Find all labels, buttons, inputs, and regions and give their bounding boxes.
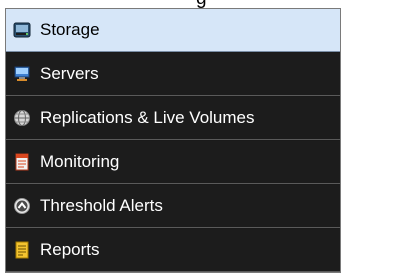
- header-strip: g: [0, 0, 396, 8]
- servers-icon: [13, 65, 31, 83]
- navigation-panel: Storage Servers Replications & Live Volu…: [5, 8, 341, 273]
- nav-item-label: Servers: [40, 64, 99, 83]
- nav-item-reports[interactable]: Reports: [6, 229, 340, 272]
- nav-item-label: Storage: [40, 20, 100, 39]
- nav-item-label: Replications & Live Volumes: [40, 108, 255, 127]
- nav-item-replications[interactable]: Replications & Live Volumes: [6, 97, 340, 140]
- nav-item-servers[interactable]: Servers: [6, 53, 340, 96]
- reports-icon: [13, 241, 31, 259]
- nav-item-label: Monitoring: [40, 152, 120, 171]
- nav-item-label: Threshold Alerts: [40, 196, 163, 215]
- nav-item-storage[interactable]: Storage: [6, 9, 340, 52]
- nav-item-monitoring[interactable]: Monitoring: [6, 141, 340, 184]
- storage-icon: [13, 21, 31, 39]
- nav-item-label: Reports: [40, 240, 100, 259]
- nav-item-threshold-alerts[interactable]: Threshold Alerts: [6, 185, 340, 228]
- header-partial-text: g: [196, 0, 207, 8]
- replications-icon: [13, 109, 31, 127]
- threshold-alerts-icon: [13, 197, 31, 215]
- monitoring-icon: [13, 153, 31, 171]
